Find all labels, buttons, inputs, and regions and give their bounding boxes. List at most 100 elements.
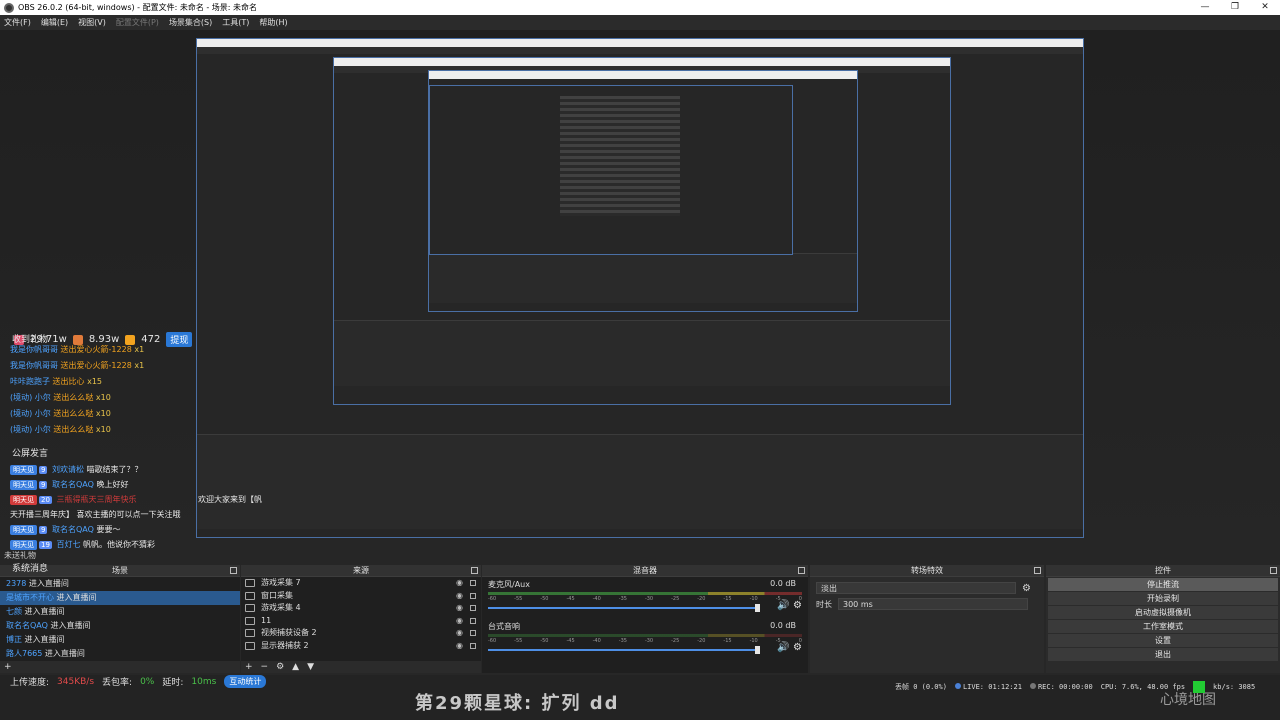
undock-icon[interactable] bbox=[798, 567, 805, 574]
exit-button[interactable]: 退出 bbox=[1048, 648, 1278, 661]
source-item[interactable]: 11 ◉ bbox=[241, 615, 481, 628]
cpu-usage: CPU: 7.6%, 48.00 fps bbox=[1100, 683, 1186, 691]
menu-profile[interactable]: 配置文件(P) bbox=[116, 17, 159, 28]
source-item[interactable]: 游戏采集 4 ◉ bbox=[241, 602, 481, 615]
scene-item[interactable]: 2378 进入直播间 bbox=[0, 577, 240, 591]
lock-icon[interactable] bbox=[470, 642, 476, 649]
lock-icon[interactable] bbox=[470, 617, 476, 624]
speaker-icon[interactable]: 🔊 bbox=[777, 642, 789, 653]
scene-item[interactable]: 是城市不开心 进入直播间 bbox=[0, 591, 240, 605]
eye-icon[interactable]: ◉ bbox=[456, 577, 463, 590]
undock-icon[interactable] bbox=[230, 567, 237, 574]
nested-docks-3 bbox=[429, 253, 857, 303]
menu-scene-collection[interactable]: 场景集合(S) bbox=[169, 17, 212, 28]
gift-icon bbox=[125, 334, 136, 345]
live-time: LIVE: 01:12:21 bbox=[962, 683, 1022, 691]
volume-fader[interactable] bbox=[488, 604, 760, 612]
maximize-button[interactable]: ❐ bbox=[1220, 0, 1250, 15]
text-source-icon bbox=[245, 616, 255, 625]
gift-line: (境动) 小尔 送出么么哒 x10 bbox=[10, 393, 111, 402]
source-item[interactable]: 窗口采集 ◉ bbox=[241, 590, 481, 603]
menu-edit[interactable]: 编辑(E) bbox=[41, 17, 68, 28]
menu-help[interactable]: 帮助(H) bbox=[259, 17, 287, 28]
scenes-toolbar: + bbox=[0, 661, 240, 673]
start-recording-button[interactable]: 开始录制 bbox=[1048, 592, 1278, 605]
lock-icon[interactable] bbox=[470, 580, 476, 586]
undock-icon[interactable] bbox=[1034, 567, 1041, 574]
fader-knob[interactable] bbox=[755, 646, 760, 654]
system-messages-title: 系统消息 bbox=[12, 564, 49, 574]
scene-item[interactable]: 取名名QAQ 进入直播间 bbox=[0, 619, 240, 633]
add-scene-button[interactable]: + bbox=[4, 662, 12, 672]
menu-bar: 文件(F) 编辑(E) 视图(V) 配置文件(P) 场景集合(S) 工具(T) … bbox=[0, 15, 1280, 30]
remove-source-button[interactable]: − bbox=[261, 662, 269, 672]
add-source-button[interactable]: + bbox=[245, 662, 253, 672]
eye-icon[interactable]: ◉ bbox=[456, 640, 463, 653]
scene-item[interactable]: 路人7665 进入直播间 bbox=[0, 647, 240, 661]
meter-ticks: -60 -55 -50 -45 -40 -35 -30 -25 -20 -15 -10 -5 0 bbox=[488, 638, 802, 644]
mixer-body: 麦克风/Aux 0.0 dB -60 -55 -50 -45 -40 -35 -30 -25-… bbox=[482, 577, 808, 673]
minimize-button[interactable]: — bbox=[1190, 0, 1220, 15]
undock-icon[interactable] bbox=[471, 567, 478, 574]
menu-view[interactable]: 视图(V) bbox=[78, 17, 106, 28]
scene-item[interactable]: 博正 进入直播间 bbox=[0, 633, 240, 647]
undock-icon[interactable] bbox=[1270, 567, 1277, 574]
duration-label: 时长 bbox=[816, 599, 832, 609]
eye-icon[interactable]: ◉ bbox=[456, 590, 463, 603]
menu-file[interactable]: 文件(F) bbox=[4, 17, 31, 28]
controls-dock-header: 控件 bbox=[1046, 565, 1280, 577]
transition-settings-icon[interactable]: ⚙ bbox=[1022, 583, 1031, 594]
audio-meter bbox=[488, 592, 802, 595]
menu-tools[interactable]: 工具(T) bbox=[222, 17, 249, 28]
source-item[interactable]: 游戏采集 7 ◉ bbox=[241, 577, 481, 590]
camera-icon bbox=[245, 629, 255, 638]
preview-canvas[interactable]: 29.71w 8.93w 472 提现 收到礼物 我是你帆哥哥 送出爱心火箭-1… bbox=[0, 30, 1280, 565]
fader-knob[interactable] bbox=[755, 604, 760, 612]
sources-toolbar: + − ⚙ ▲ ▼ bbox=[241, 661, 481, 673]
nested-preview-2 bbox=[333, 57, 951, 405]
eye-icon[interactable]: ◉ bbox=[456, 602, 463, 615]
transition-select[interactable]: 淡出 bbox=[816, 582, 1016, 594]
volume-fader[interactable] bbox=[488, 646, 760, 654]
settings-button[interactable]: 设置 bbox=[1048, 634, 1278, 647]
studio-mode-button[interactable]: 工作室模式 bbox=[1048, 620, 1278, 633]
gift-line: 咔咔跑跑子 送出比心 x15 bbox=[10, 377, 103, 386]
sources-list[interactable]: 游戏采集 7 ◉ 窗口采集 ◉ 游戏采集 4 ◉ 11 ◉ 视频捕获设备 2 ◉ 显示器捕… bbox=[241, 577, 481, 661]
source-item[interactable]: 显示器捕获 2 ◉ bbox=[241, 640, 481, 653]
lock-icon[interactable] bbox=[470, 630, 476, 636]
controls-dock: 控件 停止推流 开始录制 启动虚拟摄像机 工作室模式 设置 退出 bbox=[1046, 565, 1280, 673]
lock-icon[interactable] bbox=[470, 605, 476, 611]
audio-meter bbox=[488, 634, 802, 637]
game-capture-icon bbox=[245, 579, 255, 588]
stream-health-icon bbox=[1193, 681, 1206, 693]
gear-icon[interactable]: ⚙ bbox=[793, 642, 802, 653]
scene-item[interactable]: 七颜 进入直播间 bbox=[0, 605, 240, 619]
live-indicator-icon bbox=[954, 683, 961, 689]
scenes-list[interactable]: 2378 进入直播间 是城市不开心 进入直播间 七颜 进入直播间 取名名QAQ … bbox=[0, 577, 240, 661]
duration-input[interactable]: 300 ms bbox=[838, 598, 1028, 610]
start-virtual-camera-button[interactable]: 启动虚拟摄像机 bbox=[1048, 606, 1278, 619]
lock-icon[interactable] bbox=[470, 592, 476, 599]
eye-icon[interactable]: ◉ bbox=[456, 627, 463, 640]
source-settings-icon[interactable]: ⚙ bbox=[276, 662, 284, 672]
rec-time: REC: 00:00:00 bbox=[1037, 683, 1093, 691]
move-up-icon[interactable]: ▲ bbox=[292, 662, 299, 672]
gift-line: (境动) 小尔 送出么么哒 x10 bbox=[10, 409, 111, 418]
gear-icon[interactable]: ⚙ bbox=[793, 600, 802, 611]
stop-streaming-button[interactable]: 停止推流 bbox=[1048, 578, 1278, 591]
interaction-stats-button[interactable]: 互动统计 bbox=[224, 675, 267, 688]
speaker-icon[interactable]: 🔊 bbox=[777, 600, 789, 611]
recursion-tunnel bbox=[560, 96, 680, 216]
scenes-dock: 场景 2378 进入直播间 是城市不开心 进入直播间 七颜 进入直播间 取名名Q… bbox=[0, 565, 240, 673]
close-button[interactable]: ✕ bbox=[1250, 0, 1280, 15]
move-down-icon[interactable]: ▼ bbox=[307, 662, 314, 672]
meter-ticks: -60 -55 -50 -45 -40 -35 -30 -25 -20 -15 -10 -5 0 bbox=[488, 596, 802, 602]
eye-icon[interactable]: ◉ bbox=[456, 615, 463, 628]
nested-title-bar-3 bbox=[429, 71, 857, 79]
obs-stats: 丢帧 0 (0.0%) LIVE: 01:12:21 REC: 00:00:00… bbox=[895, 681, 1255, 693]
source-item[interactable]: 视频捕获设备 2 ◉ bbox=[241, 627, 481, 640]
chat-line: 明天见 19 百灯七 帆帆。他说你不猜彩 bbox=[10, 539, 155, 550]
stream-banner: 第29颗星球: 扩列 dd bbox=[415, 693, 620, 714]
withdraw-button[interactable]: 提现 bbox=[166, 332, 193, 347]
chat-line: 明天见 9 取名名QAQ 晚上好好 bbox=[10, 479, 129, 490]
